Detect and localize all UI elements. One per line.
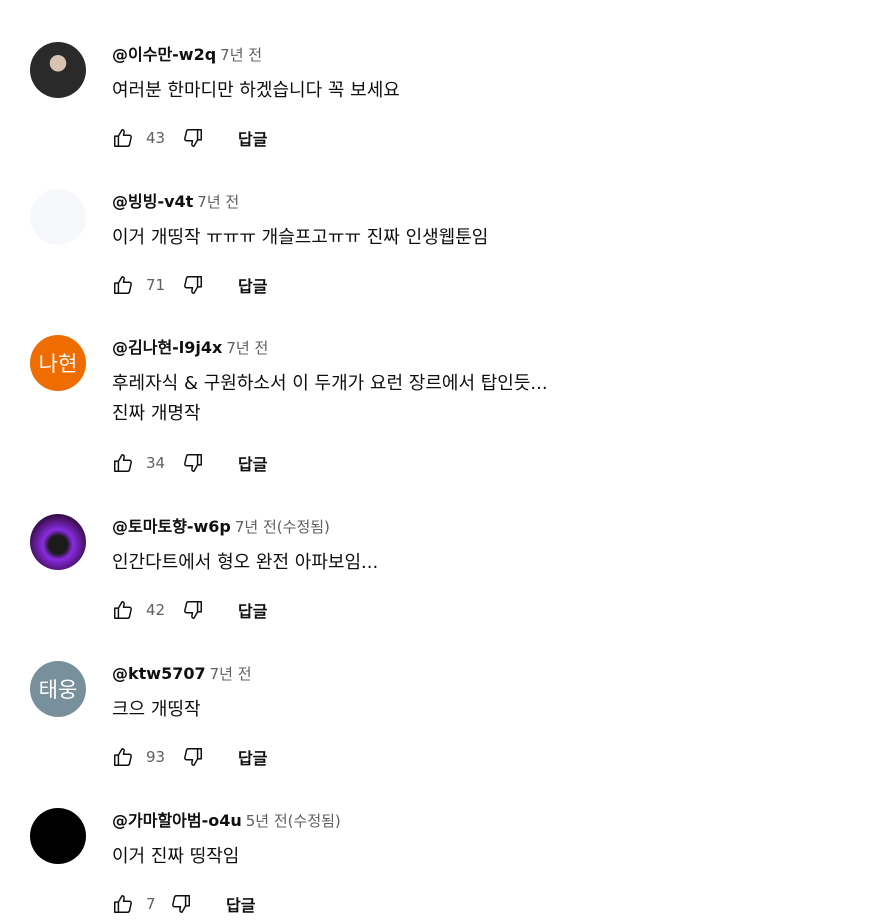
thumbs-up-icon[interactable]	[110, 597, 136, 623]
comment-time[interactable]: 7년 전	[197, 193, 239, 211]
comment-time[interactable]: 7년 전	[210, 665, 252, 683]
thumbs-up-icon[interactable]	[110, 450, 136, 476]
comment-actions: 42 답글	[110, 595, 267, 625]
comment-actions: 7 답글	[110, 889, 255, 919]
comment-text: 이거 진짜 띵작임	[112, 842, 239, 872]
comment-text: 크으 개띵작	[112, 695, 201, 725]
author-name[interactable]: @빙빙-v4t	[112, 192, 193, 211]
like-count: 71	[146, 276, 166, 294]
comment-time[interactable]: 7년 전	[226, 339, 268, 357]
avatar[interactable]	[30, 514, 86, 570]
avatar-initials: 나현	[38, 352, 78, 376]
comment-time[interactable]: 7년 전(수정됨)	[235, 518, 330, 536]
reply-button[interactable]: 답글	[238, 273, 267, 297]
like-count: 42	[146, 601, 166, 619]
comment-text-line: 후레자식 & 구원하소서 이 두개가 요런 장르에서 탑인듯...	[112, 373, 548, 394]
author-name[interactable]: @토마토향-w6p	[112, 517, 231, 536]
comment-header: @가마할아범-o4u 5년 전(수정됨)	[112, 810, 341, 832]
comment-time[interactable]: 5년 전(수정됨)	[246, 812, 341, 830]
like-count: 34	[146, 454, 166, 472]
author-name[interactable]: @ktw5707	[112, 664, 206, 683]
thumbs-up-icon[interactable]	[110, 744, 136, 770]
thumbs-up-icon[interactable]	[110, 125, 136, 151]
reply-button[interactable]: 답글	[238, 126, 267, 150]
reply-button[interactable]: 답글	[238, 598, 267, 622]
comment-time[interactable]: 7년 전	[220, 46, 262, 64]
avatar[interactable]	[30, 189, 86, 245]
comment-text: 여러분 한마디만 하겠습니다 꼭 보세요	[112, 76, 400, 106]
comment-actions: 34 답글	[110, 448, 267, 478]
comment-header: @ktw5707 7년 전	[112, 663, 252, 685]
author-name[interactable]: @김나현-l9j4x	[112, 338, 222, 357]
comment-text: 인간다트에서 형오 완전 아파보임...	[112, 548, 378, 578]
comment-text-line: 크으 개띵작	[112, 699, 201, 720]
comment-header: @빙빙-v4t 7년 전	[112, 191, 239, 213]
reply-button[interactable]: 답글	[226, 892, 255, 916]
comment-text: 이거 개띵작 ㅠㅠㅠ 개슬프고ㅠㅠ 진짜 인생웹툰임	[112, 223, 488, 253]
thumbs-down-icon[interactable]	[180, 597, 206, 623]
author-name[interactable]: @이수만-w2q	[112, 45, 216, 64]
comment-header: @이수만-w2q 7년 전	[112, 44, 262, 66]
like-count: 93	[146, 748, 166, 766]
thumbs-down-icon[interactable]	[180, 450, 206, 476]
avatar[interactable]	[30, 42, 86, 98]
comment-text-line: 인간다트에서 형오 완전 아파보임...	[112, 552, 379, 573]
thumbs-down-icon[interactable]	[180, 744, 206, 770]
like-count: 7	[146, 895, 156, 913]
avatar[interactable]: 태웅	[30, 661, 86, 717]
avatar[interactable]	[30, 808, 86, 864]
comment-actions: 43 답글	[110, 123, 267, 153]
comment-text: 후레자식 & 구원하소서 이 두개가 요런 장르에서 탑인듯... 진짜 개명작	[112, 369, 548, 429]
comment-text-line: 여러분 한마디만 하겠습니다 꼭 보세요	[112, 80, 400, 101]
thumbs-up-icon[interactable]	[110, 272, 136, 298]
comment-header: @김나현-l9j4x 7년 전	[112, 337, 268, 359]
thumbs-down-icon[interactable]	[180, 272, 206, 298]
author-name[interactable]: @가마할아범-o4u	[112, 811, 242, 830]
reply-button[interactable]: 답글	[238, 451, 267, 475]
comment-actions: 93 답글	[110, 742, 267, 772]
comment-text-line: 이거 개띵작 ㅠㅠㅠ 개슬프고ㅠㅠ 진짜 인생웹툰임	[112, 227, 489, 248]
comment-text-line: 진짜 개명작	[112, 403, 201, 424]
thumbs-up-icon[interactable]	[110, 891, 136, 917]
thumbs-down-icon[interactable]	[180, 125, 206, 151]
avatar[interactable]: 나현	[30, 335, 86, 391]
thumbs-down-icon[interactable]	[168, 891, 194, 917]
comment-actions: 71 답글	[110, 270, 267, 300]
avatar-initials: 태웅	[38, 678, 78, 702]
comment-header: @토마토향-w6p 7년 전(수정됨)	[112, 516, 330, 538]
reply-button[interactable]: 답글	[238, 745, 267, 769]
like-count: 43	[146, 129, 166, 147]
comment-text-line: 이거 진짜 띵작임	[112, 846, 240, 867]
